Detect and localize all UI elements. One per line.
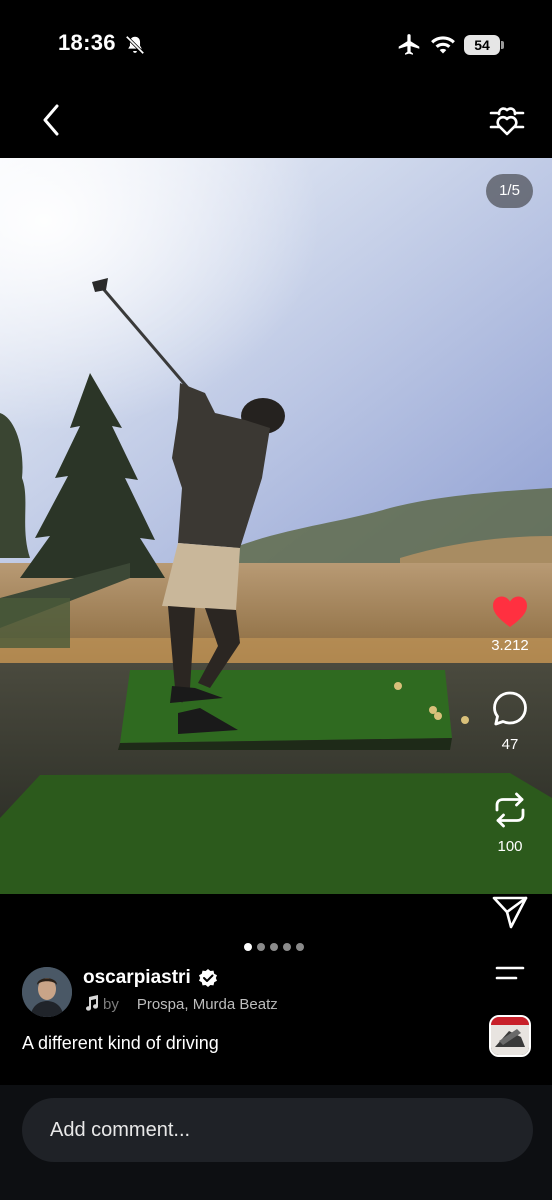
post-caption: A different kind of driving — [22, 1033, 219, 1053]
carousel-dot — [283, 943, 291, 951]
music-by-label: by — [103, 996, 119, 1013]
music-note-icon — [86, 995, 98, 1011]
repost-icon — [495, 792, 525, 828]
music-fade — [270, 992, 320, 1016]
repost-count: 100 — [497, 838, 523, 855]
album-art-thumbnail[interactable] — [489, 1015, 531, 1057]
wifi-icon — [431, 36, 455, 54]
comment-icon — [493, 691, 527, 726]
carousel-dot — [270, 943, 278, 951]
repost-button[interactable]: 100 — [480, 790, 540, 855]
paper-plane-icon — [492, 896, 528, 929]
back-button[interactable] — [36, 100, 68, 140]
heart-icon — [493, 596, 527, 627]
carousel-dot — [296, 943, 304, 951]
comment-input[interactable] — [22, 1098, 533, 1162]
post-photo[interactable] — [0, 158, 552, 894]
filter-button[interactable] — [488, 102, 526, 138]
airplane-icon — [398, 34, 420, 55]
carousel-dot — [244, 943, 252, 951]
username[interactable]: oscarpiastri — [83, 967, 191, 989]
status-bar: 18:36 54 — [0, 0, 552, 90]
status-time: 18:36 — [58, 30, 116, 55]
image-counter: 1/5 — [486, 174, 533, 208]
chevron-left-icon — [43, 104, 59, 136]
battery-icon: 54 — [464, 35, 500, 55]
avatar[interactable] — [22, 967, 72, 1017]
music-artists: Prospa, Murda Beatz — [136, 996, 278, 1013]
like-button[interactable]: 3.212 — [480, 595, 540, 654]
carousel-dot — [257, 943, 265, 951]
comment-count: 47 — [501, 736, 519, 753]
bell-slash-icon — [125, 35, 145, 55]
comment-button[interactable]: 47 — [480, 690, 540, 753]
menu-lines-icon — [495, 966, 525, 980]
more-menu-button[interactable] — [494, 962, 526, 986]
share-button[interactable] — [480, 894, 540, 930]
like-count: 3.212 — [491, 637, 529, 654]
sliders-heart-icon — [489, 107, 525, 136]
battery-cap — [501, 41, 504, 49]
verified-badge-icon — [199, 969, 217, 987]
carousel-dots — [244, 943, 304, 951]
